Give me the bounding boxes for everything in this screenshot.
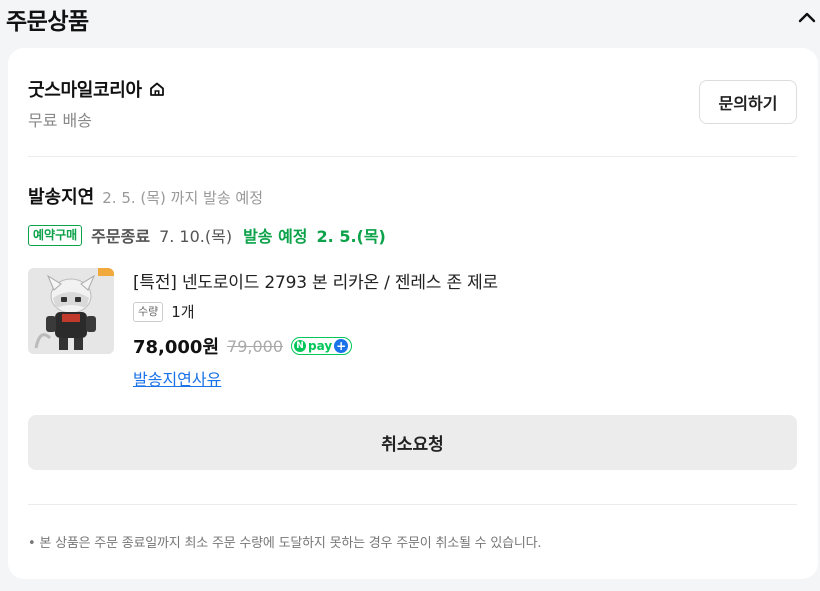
inquiry-button[interactable]: 문의하기: [699, 80, 797, 124]
sale-price: 78,000원: [133, 337, 220, 358]
npay-logo-icon: N: [294, 340, 307, 352]
section-header: 주문상품: [0, 0, 820, 40]
ship-date: 2. 5.(목): [316, 227, 386, 246]
quantity-row: 수량 1개: [133, 301, 195, 322]
schedule-row: 예약구매 주문종료 7. 10.(목) 발송 예정 2. 5.(목): [28, 223, 386, 247]
plus-icon: +: [334, 339, 349, 353]
home-icon[interactable]: [148, 80, 166, 98]
product-thumbnail[interactable]: [28, 268, 114, 354]
divider: [28, 504, 797, 505]
delay-status: 발송지연 2. 5. (목) 까지 발송 예정: [28, 183, 263, 209]
original-price: 79,000: [227, 336, 284, 356]
quantity-label: 수량: [133, 301, 164, 322]
delay-reason-link[interactable]: 발송지연사유: [133, 366, 221, 390]
order-end-date: 7. 10.(목): [159, 227, 233, 246]
order-card: 굿스마일코리아 무료 배송 문의하기 발송지연 2. 5. (목) 까지 발송 …: [8, 48, 818, 579]
shipping-fee: 무료 배송: [28, 111, 92, 130]
notice-text: • 본 상품은 주문 종료일까지 최소 주문 수량에 도달하지 못하는 경우 주…: [28, 536, 542, 551]
ship-label: 발송 예정: [243, 227, 308, 246]
delay-subtitle: 2. 5. (목) 까지 발송 예정: [102, 189, 264, 207]
store-name[interactable]: 굿스마일코리아: [28, 76, 142, 102]
quantity-value: 1개: [171, 303, 195, 321]
npay-label: pay: [308, 339, 333, 353]
store-name-row[interactable]: 굿스마일코리아: [28, 76, 166, 102]
product-name[interactable]: [특전] 넨도로이드 2793 본 리카온 / 젠레스 존 제로: [133, 268, 498, 293]
divider: [28, 156, 797, 157]
price-row: 78,000원 79,000 N pay +: [133, 333, 353, 359]
section-title: 주문상품: [6, 9, 89, 35]
preorder-badge: 예약구매: [28, 224, 83, 246]
delay-title: 발송지연: [28, 187, 95, 208]
npay-plus-badge: N pay +: [291, 337, 353, 355]
order-end-label: 주문종료: [91, 227, 151, 246]
chevron-up-icon[interactable]: [796, 8, 818, 26]
cancel-request-button[interactable]: 취소요청: [28, 415, 797, 470]
